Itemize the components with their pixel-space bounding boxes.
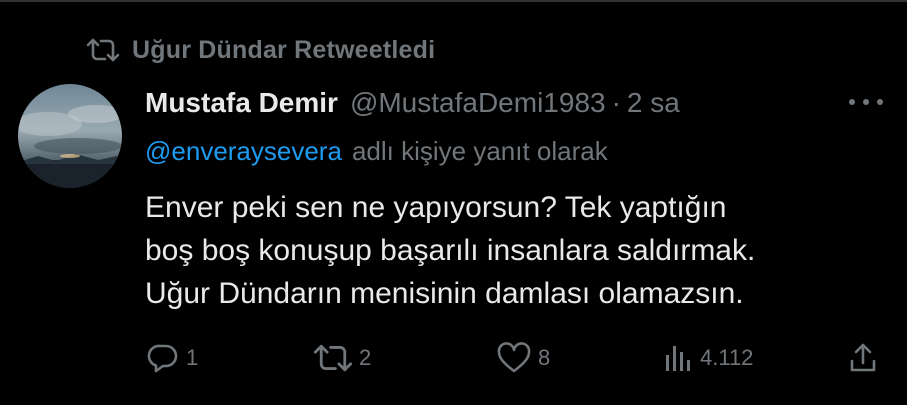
- retweet-icon: [313, 344, 353, 372]
- retweet-button[interactable]: 2: [313, 338, 371, 378]
- like-button[interactable]: 8: [496, 338, 550, 378]
- tweet-timestamp[interactable]: 2 sa: [627, 87, 680, 119]
- reply-context-label: adlı kişiye yanıt olarak: [351, 135, 608, 166]
- author-handle[interactable]: @MustafaDemi1983: [350, 87, 606, 119]
- reply-mention-link[interactable]: @enveraysevera: [145, 136, 342, 167]
- avatar-image: [18, 84, 122, 188]
- reply-icon: [147, 344, 178, 373]
- tweet-text-line: boş boş konuşup başarılı insanlara saldı…: [145, 234, 756, 267]
- avatar[interactable]: [18, 84, 122, 188]
- share-icon: [850, 343, 876, 372]
- reply-count: 1: [186, 345, 199, 370]
- retweet-count: 2: [359, 345, 372, 370]
- views-button[interactable]: 4.112: [662, 338, 753, 378]
- views-icon: [666, 346, 690, 371]
- tweet-text: Enver peki sen ne yapıyorsun? Tek yaptığ…: [145, 186, 885, 315]
- tweet-text-line: Enver peki sen ne yapıyorsun? Tek yaptığ…: [145, 191, 727, 224]
- retweet-icon: [86, 38, 120, 62]
- share-button[interactable]: [848, 338, 884, 378]
- tweet-header: Mustafa Demir @MustafaDemi1983 · 2 sa: [145, 84, 680, 122]
- reply-context: @enveraysevera adlı kişiye yanıt olarak: [145, 133, 608, 169]
- tweet-text-line: Uğur Dündarın menisinin damlası olamazsı…: [145, 277, 744, 310]
- views-count: 4.112: [700, 345, 754, 370]
- more-horizontal-icon[interactable]: [846, 92, 886, 112]
- separator-dot: ·: [611, 87, 621, 118]
- retweeted-by-label[interactable]: Uğur Dündar Retweetledi: [132, 36, 435, 65]
- like-count: 8: [538, 345, 551, 370]
- tweet-actions: 1 2 8 4.112: [0, 338, 907, 378]
- reply-button[interactable]: 1: [146, 338, 198, 378]
- author-name[interactable]: Mustafa Demir: [145, 87, 338, 119]
- top-divider: [0, 0, 907, 2]
- heart-icon: [497, 342, 531, 373]
- retweet-banner: Uğur Dündar Retweetledi: [86, 33, 435, 67]
